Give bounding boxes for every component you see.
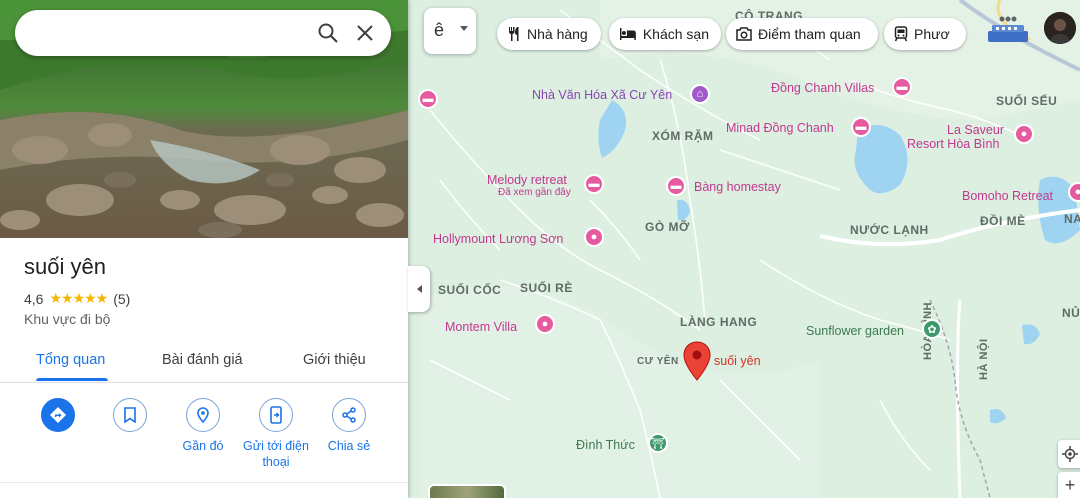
area-label: NƯỚC LẠNH: [850, 223, 929, 237]
chip-label: Nhà hàng: [527, 26, 588, 42]
area-label: XÓM RẶM: [652, 129, 714, 143]
tab-about[interactable]: Giới thiệu: [303, 352, 366, 368]
hotel-pin-icon[interactable]: ▬: [892, 77, 912, 97]
share-icon: [342, 407, 356, 423]
poi-label[interactable]: Bàng homestay: [694, 180, 781, 194]
chip-hotels[interactable]: Khách sạn: [609, 18, 721, 50]
share-button[interactable]: Chia sẻ: [312, 398, 386, 454]
poi-label[interactable]: Sunflower garden: [806, 324, 904, 338]
transit-icon: [894, 26, 908, 42]
rating-row[interactable]: 4,6 ★★★★★ (5): [24, 290, 130, 307]
area-label: HÀ NỘI: [978, 338, 990, 381]
place-title: suối yên: [24, 254, 106, 279]
my-location-icon: [1062, 446, 1078, 462]
poi-sublabel: Đã xem gần đây: [498, 187, 571, 198]
action-label: Chia sẻ: [327, 439, 371, 453]
restaurant-icon: [509, 27, 519, 41]
action-label: Gửi tới điện thoại: [243, 439, 309, 469]
divider: [0, 482, 408, 483]
landmark-pin-icon[interactable]: ⌂: [690, 84, 710, 104]
search-icon[interactable]: [316, 21, 340, 45]
google-apps-icon[interactable]: [986, 14, 1030, 48]
garden-pin-icon[interactable]: ✿: [922, 319, 942, 339]
chip-label: Phươ: [914, 26, 950, 42]
layer-glyph: ê: [434, 20, 445, 40]
action-label: Gần đó: [182, 439, 224, 453]
send-to-phone-button[interactable]: Gửi tới điện thoại: [239, 398, 313, 470]
hotel-pin-icon[interactable]: ▬: [584, 174, 604, 194]
place-details-panel: suối yên 4,6 ★★★★★ (5) Khu vực đi bộ Tổn…: [0, 0, 408, 498]
rating-value: 4,6: [24, 290, 44, 307]
poi-label[interactable]: La Saveur: [947, 123, 1004, 137]
directions-circle: [41, 398, 75, 432]
map-layer-selector[interactable]: ê: [424, 8, 476, 54]
chip-restaurants[interactable]: Nhà hàng: [497, 18, 601, 50]
bookmark-icon: [124, 407, 136, 423]
poi-label[interactable]: Đình Thức: [576, 438, 635, 452]
zoom-in-button[interactable]: +: [1058, 472, 1080, 498]
nearby-icon: [197, 407, 209, 424]
poi-label[interactable]: Bomoho Retreat: [962, 189, 1053, 203]
send-to-phone-icon: [270, 406, 282, 424]
tab-overview[interactable]: Tổng quan: [36, 352, 105, 368]
poi-label[interactable]: Resort Hòa Bình: [907, 137, 999, 151]
rating-stars-icon: ★★★★★: [49, 290, 108, 306]
save-circle: [113, 398, 147, 432]
chip-transit[interactable]: Phươ: [884, 18, 966, 50]
poi-label[interactable]: Minad Đồng Chanh: [726, 121, 834, 135]
temple-pin-icon[interactable]: ⛩: [648, 433, 668, 453]
poi-label[interactable]: Montem Villa: [445, 320, 517, 334]
search-box[interactable]: [15, 10, 391, 56]
area-label: GÒ MỠ: [645, 220, 690, 234]
send-to-phone-circle: [259, 398, 293, 432]
share-circle: [332, 398, 366, 432]
selected-location-label[interactable]: suối yên: [714, 354, 761, 368]
directions-icon: [50, 407, 66, 423]
place-actions: Gần đó Gửi tới điện thoại Chia sẻ: [0, 392, 408, 482]
camera-icon: [736, 27, 752, 41]
close-icon[interactable]: [353, 21, 377, 45]
poi-label[interactable]: Nhà Văn Hóa Xã Cư Yên: [532, 88, 672, 102]
tab-reviews[interactable]: Bài đánh giá: [162, 352, 243, 368]
nearby-circle: [186, 398, 220, 432]
search-input[interactable]: [61, 18, 285, 50]
area-label: ĐỒI MÈ: [980, 214, 1026, 228]
area-label: SUỐI SẾU: [996, 94, 1058, 108]
chip-label: Điểm tham quan: [758, 26, 861, 42]
hotel-pin-icon[interactable]: ▬: [666, 176, 686, 196]
area-label: NỦ: [1062, 306, 1080, 320]
nearby-button[interactable]: Gần đó: [166, 398, 240, 454]
place-category[interactable]: Khu vực đi bộ: [24, 311, 110, 327]
save-button[interactable]: [93, 398, 167, 438]
layers-thumbnail[interactable]: [428, 484, 506, 498]
area-label: SUỐI RÈ: [520, 281, 573, 295]
chevron-left-icon: [416, 285, 422, 293]
chip-label: Khách sạn: [642, 26, 709, 42]
account-avatar[interactable]: [1044, 12, 1076, 44]
area-label: CƯ YÊN: [637, 356, 679, 367]
hotel-icon: [619, 28, 636, 40]
active-tab-indicator: [36, 378, 108, 381]
avatar-image: [1044, 12, 1076, 44]
hotel-pin-icon[interactable]: ▬: [851, 117, 871, 137]
poi-label[interactable]: Melody retreat: [487, 173, 567, 187]
hotel-pin-icon[interactable]: ▬: [418, 89, 438, 109]
poi-label[interactable]: Đồng Chanh Villas: [771, 81, 874, 95]
selected-location-pin-icon[interactable]: [683, 341, 711, 381]
resort-pin-icon[interactable]: ●: [1014, 124, 1034, 144]
my-location-button[interactable]: [1058, 440, 1080, 468]
area-label: NA: [1064, 212, 1080, 226]
review-count[interactable]: (5): [113, 291, 130, 307]
resort-pin-icon[interactable]: ●: [584, 227, 604, 247]
directions-button[interactable]: [21, 398, 95, 438]
chip-attractions[interactable]: Điểm tham quan: [726, 18, 878, 50]
chevron-down-icon: [460, 26, 468, 31]
area-label: SUỐI CỐC: [438, 283, 502, 297]
poi-label[interactable]: Hollymount Lương Sơn: [433, 232, 563, 246]
place-tabs: Tổng quan Bài đánh giá Giới thiệu: [0, 340, 408, 383]
collapse-panel-button[interactable]: [408, 266, 430, 312]
area-label: LÀNG HANG: [680, 315, 758, 329]
resort-pin-icon[interactable]: ●: [535, 314, 555, 334]
